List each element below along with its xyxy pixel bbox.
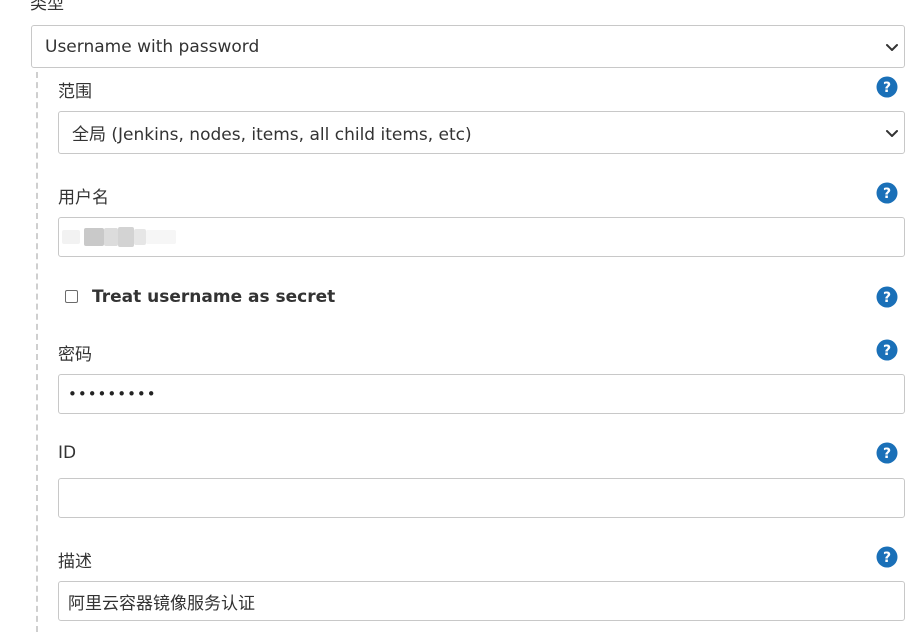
help-circle-icon[interactable]: ? (876, 286, 898, 308)
chevron-down-icon (886, 43, 898, 51)
type-label: 类型 (30, 0, 64, 14)
description-value: 阿里云容器镜像服务认证 (68, 593, 255, 614)
svg-text:?: ? (883, 550, 891, 566)
type-select[interactable]: Username with password (31, 25, 905, 68)
scope-label: 范围 (58, 82, 92, 102)
treat-username-secret-checkbox[interactable] (65, 290, 78, 303)
svg-text:?: ? (883, 446, 891, 462)
password-masked-value: ••••••••• (68, 385, 157, 403)
help-circle-icon[interactable]: ? (876, 339, 898, 361)
credentials-form: 类型 Username with password 范围 ? 全局 (Jenki… (0, 0, 907, 643)
treat-username-secret-label[interactable]: Treat username as secret (92, 287, 335, 307)
id-input[interactable] (58, 478, 905, 518)
type-select-value: Username with password (45, 36, 260, 57)
help-circle-icon[interactable]: ? (876, 442, 898, 464)
help-circle-icon[interactable]: ? (876, 76, 898, 98)
password-label: 密码 (58, 345, 92, 365)
help-circle-icon[interactable]: ? (876, 182, 898, 204)
description-input[interactable]: 阿里云容器镜像服务认证 (58, 581, 905, 621)
svg-text:?: ? (883, 290, 891, 306)
password-input[interactable]: ••••••••• (58, 374, 905, 414)
scope-select-value: 全局 (Jenkins, nodes, items, all child ite… (72, 125, 472, 145)
help-circle-icon[interactable]: ? (876, 546, 898, 568)
chevron-down-icon (886, 129, 898, 137)
svg-text:?: ? (883, 186, 891, 202)
description-label: 描述 (58, 552, 92, 572)
scope-select[interactable]: 全局 (Jenkins, nodes, items, all child ite… (58, 111, 905, 154)
id-label: ID (58, 443, 77, 463)
svg-text:?: ? (883, 343, 891, 359)
username-label: 用户名 (58, 188, 109, 208)
svg-text:?: ? (883, 80, 891, 96)
username-input[interactable] (58, 217, 905, 257)
nested-section-rail (36, 72, 38, 632)
